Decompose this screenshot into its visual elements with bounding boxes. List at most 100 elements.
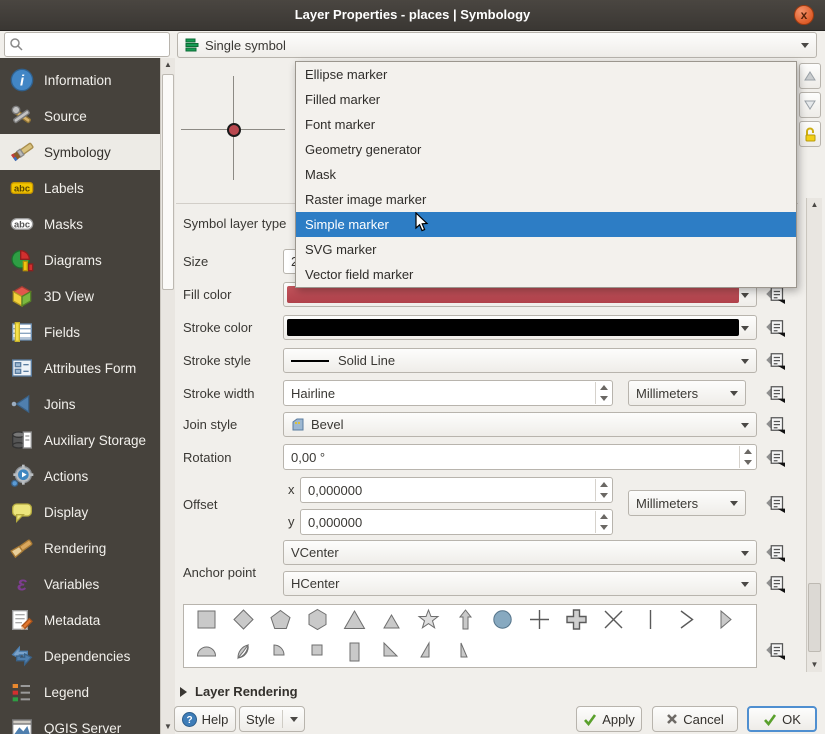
anchor-horizontal-combo[interactable]: HCenter (283, 571, 757, 596)
stroke-width-input[interactable]: Hairline (283, 380, 613, 406)
shape-diagonal-half-square-icon[interactable] (373, 637, 410, 666)
scroll-up-icon[interactable]: ▲ (161, 58, 175, 72)
scroll-up-icon[interactable]: ▲ (807, 198, 822, 212)
dropdown-item-font-marker[interactable]: Font marker (296, 112, 796, 137)
offset-y-input[interactable]: 0,000000 (300, 509, 613, 535)
dropdown-item-ellipse-marker[interactable]: Ellipse marker (296, 62, 796, 87)
data-defined-override-offset-button[interactable] (765, 493, 785, 513)
shape-line-icon[interactable] (632, 605, 669, 634)
stroke-style-combo[interactable]: Solid Line (283, 348, 757, 373)
layer-rendering-section[interactable]: Layer Rendering (180, 684, 298, 699)
join-style-combo[interactable]: Bevel (283, 412, 757, 437)
cancel-button[interactable]: Cancel (652, 706, 738, 732)
shape-right-half-triangle-icon[interactable] (410, 637, 447, 666)
shape-cross-icon[interactable] (521, 605, 558, 634)
data-defined-override-rotation-button[interactable] (765, 447, 785, 467)
scroll-down-icon[interactable]: ▼ (161, 720, 175, 734)
3d-view-icon (10, 284, 34, 308)
shape-semi-circle-icon[interactable] (188, 637, 225, 666)
shape-pentagon-icon[interactable] (262, 605, 299, 634)
shape-third-circle-icon[interactable] (225, 637, 262, 666)
lock-button[interactable] (799, 121, 821, 147)
shape-equilateral-triangle-icon[interactable] (373, 605, 410, 634)
search-input[interactable] (4, 32, 170, 57)
stroke-color-button[interactable] (283, 315, 757, 340)
sidebar-item-actions[interactable]: Actions (0, 458, 160, 494)
shape-quarter-circle-icon[interactable] (262, 637, 299, 666)
shape-square-icon[interactable] (188, 605, 225, 634)
sidebar-item-auxiliary-storage[interactable]: Auxiliary Storage (0, 422, 160, 458)
shape-arrowhead-icon[interactable] (669, 605, 706, 634)
style-button[interactable]: Style (239, 706, 305, 732)
shape-left-half-triangle-icon[interactable] (447, 637, 484, 666)
sidebar-item-metadata[interactable]: Metadata (0, 602, 160, 638)
dropdown-item-mask[interactable]: Mask (296, 162, 796, 187)
sidebar-scrollbar[interactable]: ▲ ▼ (160, 58, 175, 734)
apply-button[interactable]: Apply (576, 706, 642, 732)
spinner[interactable] (595, 382, 611, 404)
sidebar-item-masks[interactable]: abc Masks (0, 206, 160, 242)
data-defined-override-anchor-v-button[interactable] (765, 542, 785, 562)
shape-cross2-icon[interactable] (595, 605, 632, 634)
data-defined-override-stroke-style-button[interactable] (765, 350, 785, 370)
sidebar-item-attributes-form[interactable]: Attributes Form (0, 350, 160, 386)
shape-circle-icon-selected[interactable] (484, 605, 521, 634)
main-scrollbar[interactable]: ▲ ▼ (806, 198, 822, 672)
sidebar-item-diagrams[interactable]: Diagrams (0, 242, 160, 278)
shape-diamond-icon[interactable] (225, 605, 262, 634)
offset-unit-combo[interactable]: Millimeters (628, 490, 746, 516)
spinner[interactable] (595, 511, 611, 533)
ok-button[interactable]: OK (747, 706, 817, 732)
anchor-vertical-combo[interactable]: VCenter (283, 540, 757, 565)
main-scrollbar-thumb[interactable] (808, 583, 821, 652)
dropdown-item-geometry-generator[interactable]: Geometry generator (296, 137, 796, 162)
sidebar-item-dependencies[interactable]: Dependencies (0, 638, 160, 674)
sidebar-item-variables[interactable]: ε Variables (0, 566, 160, 602)
rotation-input[interactable]: 0,00 ° (283, 444, 757, 470)
move-layer-up-button[interactable] (799, 63, 821, 89)
shape-filled-arrowhead-icon[interactable] (706, 605, 743, 634)
sidebar-item-qgis-server[interactable]: QGIS Server (0, 710, 160, 734)
sidebar-item-fields[interactable]: Fields (0, 314, 160, 350)
move-layer-down-button[interactable] (799, 92, 821, 118)
dropdown-item-raster-image-marker[interactable]: Raster image marker (296, 187, 796, 212)
shape-hexagon-icon[interactable] (299, 605, 336, 634)
sidebar-item-symbology[interactable]: Symbology (0, 134, 160, 170)
sidebar-item-3d-view[interactable]: 3D View (0, 278, 160, 314)
close-icon[interactable]: x (794, 5, 814, 25)
shape-cross-fill-icon[interactable] (558, 605, 595, 634)
sidebar-item-legend[interactable]: Legend (0, 674, 160, 710)
sidebar-item-rendering[interactable]: Rendering (0, 530, 160, 566)
data-defined-override-anchor-h-button[interactable] (765, 573, 785, 593)
scroll-down-icon[interactable]: ▼ (807, 658, 822, 672)
help-button[interactable]: ? Help (174, 706, 236, 732)
shape-star-icon[interactable] (410, 605, 447, 634)
titlebar[interactable]: Layer Properties - places | Symbology x (0, 0, 825, 31)
data-defined-override-shape-button[interactable] (765, 640, 785, 660)
sidebar-item-display[interactable]: Display (0, 494, 160, 530)
data-defined-override-stroke-width-button[interactable] (765, 383, 785, 403)
chevron-down-icon[interactable] (741, 326, 749, 331)
shape-half-square-icon[interactable] (336, 637, 373, 666)
offset-x-input[interactable]: 0,000000 (300, 477, 613, 503)
sidebar-item-joins[interactable]: Joins (0, 386, 160, 422)
shape-triangle-icon[interactable] (336, 605, 373, 634)
dropdown-item-filled-marker[interactable]: Filled marker (296, 87, 796, 112)
spinner[interactable] (739, 446, 755, 468)
sidebar-item-labels[interactable]: abc Labels (0, 170, 160, 206)
marker-shape-grid[interactable] (183, 604, 757, 668)
sidebar-item-information[interactable]: i Information (0, 62, 160, 98)
dropdown-item-vector-field-marker[interactable]: Vector field marker (296, 262, 796, 287)
sidebar-item-source[interactable]: Source (0, 98, 160, 134)
dropdown-item-svg-marker[interactable]: SVG marker (296, 237, 796, 262)
data-defined-override-stroke-color-button[interactable] (765, 317, 785, 337)
chevron-down-icon[interactable] (741, 293, 749, 298)
shape-arrow-icon[interactable] (447, 605, 484, 634)
spinner[interactable] (595, 479, 611, 501)
renderer-combo[interactable]: Single symbol (177, 32, 817, 58)
shape-quarter-square-icon[interactable] (299, 637, 336, 666)
data-defined-override-join-style-button[interactable] (765, 414, 785, 434)
stroke-width-unit-combo[interactable]: Millimeters (628, 380, 746, 406)
dropdown-item-simple-marker[interactable]: Simple marker (296, 212, 796, 237)
sidebar-scrollbar-thumb[interactable] (162, 74, 174, 290)
